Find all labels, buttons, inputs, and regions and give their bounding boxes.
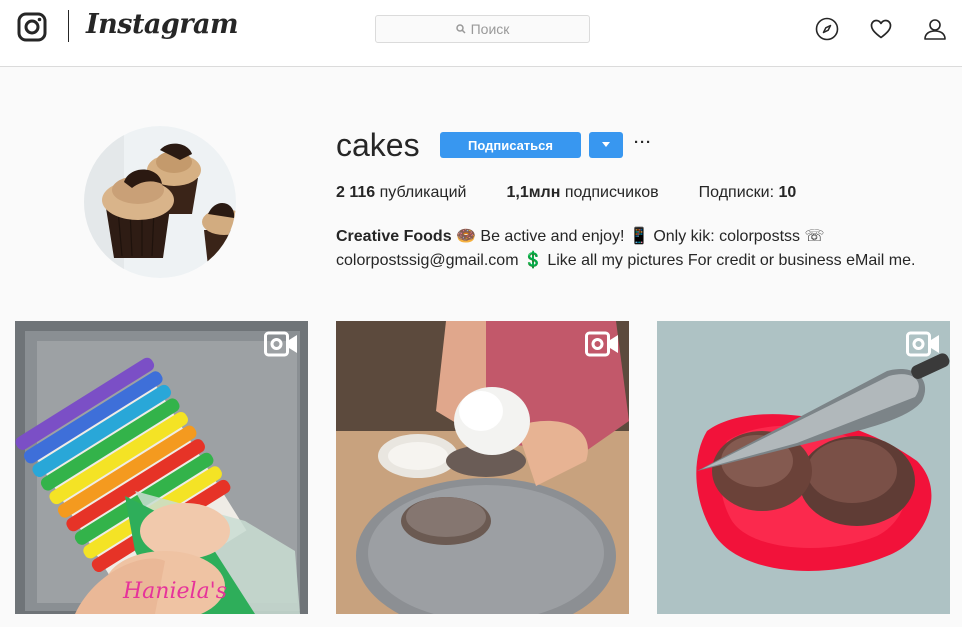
top-navigation-bar: Instagram Поиск: [0, 0, 962, 67]
explore-compass-icon[interactable]: [815, 17, 839, 41]
post-thumbnail-1[interactable]: Haniela's: [15, 321, 308, 614]
bio-text-1: 🍩 Be active and enjoy! 📱 Only kik: color…: [451, 228, 825, 245]
search-input[interactable]: Поиск: [375, 15, 590, 43]
video-camera-icon: [906, 331, 939, 357]
profile-avatar[interactable]: [84, 126, 236, 278]
search-placeholder: Поиск: [470, 21, 510, 37]
bio-full-name: Creative Foods: [336, 228, 452, 245]
post-watermark: Haniela's: [123, 579, 228, 604]
posts-stat: 2 116 публикаций: [336, 184, 466, 202]
instagram-wordmark-logo[interactable]: Instagram: [86, 9, 239, 40]
profile-username: cakes: [336, 127, 420, 163]
suggestions-dropdown-button[interactable]: [589, 132, 623, 158]
profile-person-icon[interactable]: [923, 17, 947, 41]
following-count: 10: [778, 184, 797, 201]
bio-line-1: Creative Foods 🍩 Be active and enjoy! 📱 …: [336, 225, 936, 249]
followers-stat[interactable]: 1,1млн подписчиков: [506, 184, 658, 202]
posts-count: 2 116: [336, 184, 376, 201]
caret-down-icon: [602, 142, 610, 147]
following-stat[interactable]: Подписки: 10: [699, 184, 797, 202]
followers-label: подписчиков: [564, 184, 659, 201]
instagram-camera-icon[interactable]: [17, 12, 47, 42]
video-camera-icon: [585, 331, 618, 357]
search-icon: [455, 24, 466, 34]
profile-bio: Creative Foods 🍩 Be active and enjoy! 📱 …: [336, 225, 936, 273]
bio-text-2: colorpostssig@gmail.com 💲 Like all my pi…: [336, 252, 916, 269]
follow-button[interactable]: Подписаться: [440, 132, 581, 158]
profile-stats: 2 116 публикаций 1,1млн подписчиков Подп…: [336, 184, 796, 202]
more-options-button[interactable]: ···: [634, 134, 652, 154]
heart-icon[interactable]: [869, 17, 893, 41]
following-label: Подписки:: [698, 184, 775, 201]
posts-label: публикаций: [379, 184, 467, 201]
video-camera-icon: [264, 331, 297, 357]
followers-count: 1,1млн: [506, 184, 561, 201]
post-thumbnail-2[interactable]: [336, 321, 629, 614]
post-thumbnail-3[interactable]: [657, 321, 950, 614]
nav-divider: [68, 10, 69, 42]
